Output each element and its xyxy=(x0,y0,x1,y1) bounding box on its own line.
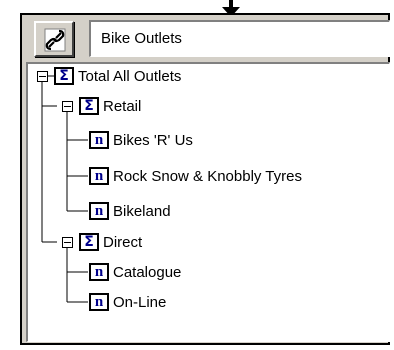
tree-node-bikes-r-us[interactable]: n Bikes 'R' Us xyxy=(89,129,193,151)
tree-node-on-line[interactable]: n On-Line xyxy=(89,291,166,313)
tree-node-label: Rock Snow & Knobbly Tyres xyxy=(113,167,302,185)
chain-link-icon xyxy=(44,28,66,52)
sigma-icon: Σ xyxy=(54,67,74,85)
tree-node-label: Direct xyxy=(103,233,143,251)
n-icon: n xyxy=(89,293,109,311)
tree-node-catalogue[interactable]: n Catalogue xyxy=(89,261,181,283)
tree-node-label: Total All Outlets xyxy=(78,67,182,85)
tree-node-label: Bikes 'R' Us xyxy=(113,131,193,149)
link-button[interactable] xyxy=(34,21,74,57)
tree-node-rock-snow-knobbly-tyres[interactable]: n Rock Snow & Knobbly Tyres xyxy=(89,165,302,187)
tree-node-label: On-Line xyxy=(113,293,167,311)
collapse-toggle-retail[interactable] xyxy=(62,101,73,112)
selected-name-field[interactable]: Bike Outlets xyxy=(89,20,390,57)
n-icon: n xyxy=(89,263,109,281)
tree-node-label: Retail xyxy=(103,97,142,115)
collapse-toggle-direct[interactable] xyxy=(62,237,73,248)
tree-node-bikeland[interactable]: n Bikeland xyxy=(89,200,171,222)
tree-node-label: Catalogue xyxy=(113,263,182,281)
sigma-icon: Σ xyxy=(79,233,99,251)
tree-node-retail[interactable]: Σ Retail xyxy=(79,95,141,117)
tree-node-total-all-outlets[interactable]: Σ Total All Outlets xyxy=(54,65,181,87)
n-icon: n xyxy=(89,202,109,220)
n-icon: n xyxy=(89,167,109,185)
outlet-tree[interactable]: Σ Total All Outlets Σ Retail n Bikes 'R'… xyxy=(26,62,390,342)
collapse-toggle-total[interactable] xyxy=(37,71,48,82)
tree-node-direct[interactable]: Σ Direct xyxy=(79,231,142,253)
sigma-icon: Σ xyxy=(79,97,99,115)
n-icon: n xyxy=(89,131,109,149)
tree-node-label: Bikeland xyxy=(113,202,171,220)
